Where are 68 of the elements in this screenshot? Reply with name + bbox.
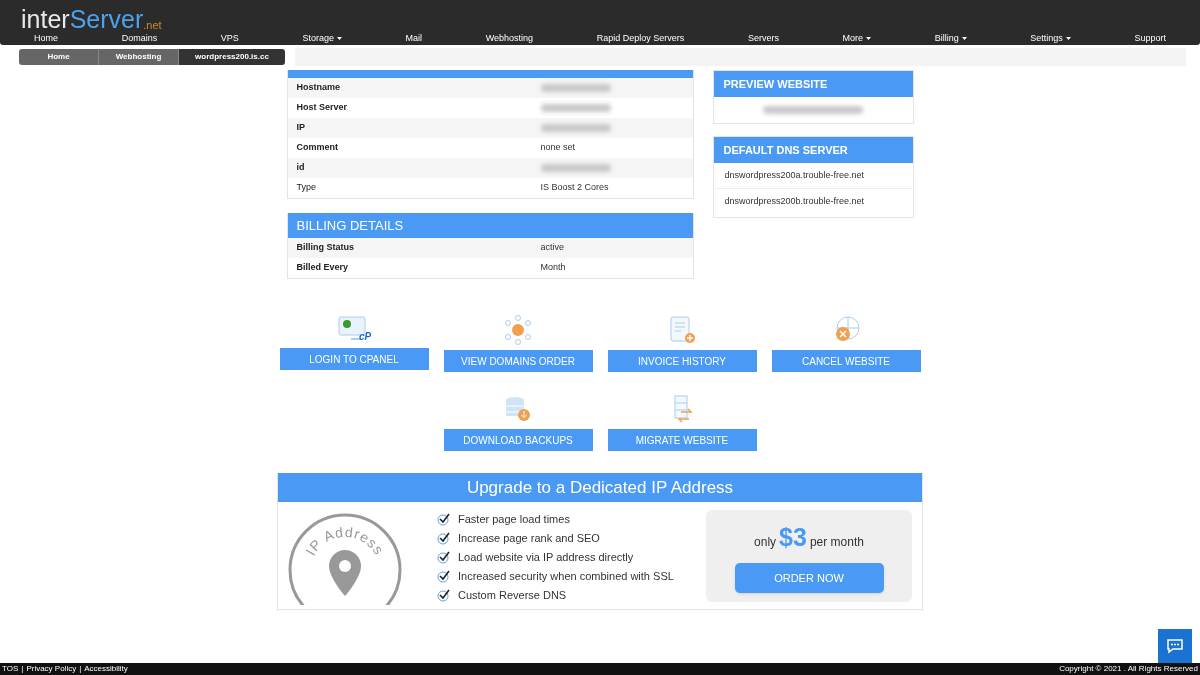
check-icon — [437, 589, 450, 602]
row-label: Type — [296, 181, 317, 195]
check-icon — [437, 551, 450, 564]
separator: | — [21, 663, 24, 675]
check-icon — [437, 532, 450, 545]
logo[interactable]: interServer.net — [0, 0, 1200, 32]
row-value: Month — [540, 261, 566, 275]
nav-link[interactable]: More — [842, 31, 872, 46]
nav-link[interactable]: Billing — [934, 31, 967, 46]
nav-link[interactable]: Home — [34, 31, 58, 46]
check-icon — [437, 513, 450, 526]
footer-link[interactable]: Accessibility — [84, 663, 128, 675]
feature-text: Load website via IP address directly — [458, 550, 634, 566]
row-label: Billed Every — [296, 261, 350, 275]
price-prefix: only — [754, 534, 777, 552]
logo-text: interServer — [21, 6, 144, 32]
feature-text: Faster page load times — [458, 512, 570, 528]
price: $3 — [779, 522, 807, 554]
feature-text: Increased security when combined with SSL — [458, 569, 674, 585]
caret-icon — [961, 37, 967, 40]
dns-server: dnswordpress200a.trouble-free.net — [714, 163, 912, 189]
breadcrumb-item[interactable]: wordpress200.is.cc — [179, 49, 285, 65]
row-label: id — [296, 161, 306, 175]
breadcrumb-item[interactable]: Webhosting — [99, 49, 179, 65]
caret-icon — [866, 37, 872, 40]
row-label: Comment — [296, 141, 339, 155]
card-title: PREVIEW WEBSITE — [713, 71, 913, 97]
row-label: Host Server — [296, 101, 349, 115]
copyright-text: Copyright © 2021 . All Rights Reserved — [1059, 663, 1198, 675]
row-label: Billing Status — [296, 241, 355, 255]
blurred-value — [540, 164, 611, 172]
check-icon — [437, 570, 450, 583]
row-value: active — [540, 241, 564, 255]
nav-link[interactable]: Settings — [1030, 31, 1071, 46]
row-value: none set — [540, 141, 576, 155]
separator: | — [79, 663, 82, 675]
card-title: DEFAULT DNS SERVER — [713, 137, 913, 163]
row-label: Hostname — [296, 81, 341, 95]
breadcrumb-item[interactable]: Home — [19, 49, 99, 65]
nav-link[interactable]: Storage — [302, 31, 342, 46]
footer-link[interactable]: Privacy Policy — [26, 663, 77, 675]
upgrade-title: Upgrade to a Dedicated IP Address — [278, 473, 922, 502]
globe-network-icon — [503, 315, 533, 345]
caret-icon — [1065, 37, 1071, 40]
nav-link[interactable]: Webhosting — [485, 31, 534, 46]
logo-suffix: .net — [143, 18, 162, 32]
document-plus-icon — [667, 315, 697, 345]
footer-link[interactable]: TOS — [2, 663, 19, 675]
blurred-value — [540, 84, 611, 92]
caret-icon — [336, 37, 342, 40]
feature-text: Increase page rank and SEO — [458, 531, 600, 547]
nav-link[interactable]: Servers — [747, 31, 779, 46]
chat-icon — [1166, 638, 1184, 654]
nav-link[interactable]: VPS — [220, 31, 239, 46]
dns-server: dnswordpress200b.trouble-free.net — [723, 195, 866, 209]
chat-button[interactable] — [1158, 629, 1192, 663]
nav-link[interactable]: Mail — [405, 31, 423, 46]
nav-link[interactable]: Rapid Deploy Servers — [596, 31, 685, 46]
blurred-value — [540, 104, 611, 112]
price-suffix: per month — [809, 534, 864, 552]
feature-text: Custom Reverse DNS — [458, 588, 567, 604]
billing-title: BILLING DETAILS — [287, 213, 693, 238]
row-value: IS Boost 2 Cores — [540, 181, 609, 195]
blurred-value — [540, 124, 611, 132]
nav-link[interactable]: Domains — [121, 31, 158, 46]
row-label: IP — [296, 121, 306, 135]
nav-link[interactable]: Support — [1134, 31, 1166, 46]
database-download-icon — [503, 394, 533, 424]
